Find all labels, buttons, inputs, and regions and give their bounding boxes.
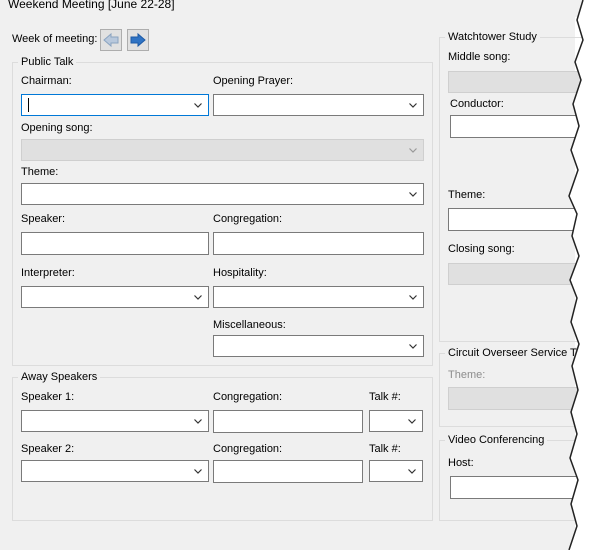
- away-congregation-1-label: Congregation:: [213, 391, 283, 403]
- chairman-label: Chairman:: [21, 75, 72, 87]
- hospitality-label: Hospitality:: [213, 267, 267, 279]
- chevron-down-icon: [409, 293, 417, 301]
- chevron-down-icon: [194, 101, 202, 109]
- arrow-right-icon: [128, 32, 148, 48]
- away-speakers-legend: Away Speakers: [18, 371, 101, 383]
- text-cursor: [28, 98, 29, 112]
- window-title: Weekend Meeting [June 22-28]: [8, 0, 175, 11]
- next-week-button[interactable]: [127, 29, 149, 51]
- interpreter-combo[interactable]: [21, 286, 209, 308]
- chevron-down-icon: [409, 101, 417, 109]
- video-conferencing-legend: Video Conferencing: [445, 434, 548, 446]
- speaker-1-combo[interactable]: [21, 410, 209, 432]
- arrow-left-icon: [101, 32, 121, 48]
- co-theme-label: Theme:: [448, 369, 486, 381]
- speaker-1-label: Speaker 1:: [21, 391, 75, 403]
- away-congregation-2-field[interactable]: [213, 460, 363, 483]
- speaker-field[interactable]: [21, 232, 209, 255]
- title-bar: Weekend Meeting [June 22-28]: [0, 0, 589, 17]
- interpreter-label: Interpreter:: [21, 267, 75, 279]
- miscellaneous-label: Miscellaneous:: [213, 319, 286, 331]
- torn-edge: [568, 0, 589, 550]
- speaker-2-combo[interactable]: [21, 460, 209, 482]
- hospitality-combo[interactable]: [213, 286, 424, 308]
- speaker-label: Speaker:: [21, 213, 66, 225]
- chevron-down-icon: [409, 342, 417, 350]
- chairman-combo[interactable]: [21, 94, 209, 116]
- conductor-label: Conductor:: [450, 98, 504, 110]
- talk-number-2-combo[interactable]: [369, 460, 423, 482]
- talk-number-1-combo[interactable]: [369, 410, 423, 432]
- congregation-label: Congregation:: [213, 213, 283, 225]
- middle-song-label: Middle song:: [448, 51, 511, 63]
- theme-combo[interactable]: [21, 183, 424, 205]
- talk-number-1-label: Talk #:: [369, 391, 401, 403]
- chevron-down-icon: [194, 417, 202, 425]
- congregation-field[interactable]: [213, 232, 424, 255]
- host-label: Host:: [448, 457, 474, 469]
- talk-number-2-label: Talk #:: [369, 443, 401, 455]
- theme-label: Theme:: [21, 166, 59, 178]
- opening-prayer-combo[interactable]: [213, 94, 424, 116]
- opening-song-combo[interactable]: [21, 139, 424, 161]
- chevron-down-icon: [409, 146, 417, 154]
- opening-song-label: Opening song:: [21, 122, 93, 134]
- chevron-down-icon: [408, 417, 416, 425]
- watchtower-study-legend: Watchtower Study: [445, 31, 540, 43]
- away-congregation-1-field[interactable]: [213, 410, 363, 433]
- previous-week-button[interactable]: [100, 29, 122, 51]
- closing-song-label: Closing song:: [448, 243, 515, 255]
- away-congregation-2-label: Congregation:: [213, 443, 283, 455]
- miscellaneous-combo[interactable]: [213, 335, 424, 357]
- chevron-down-icon: [409, 190, 417, 198]
- chevron-down-icon: [408, 467, 416, 475]
- opening-prayer-label: Opening Prayer:: [213, 75, 294, 87]
- speaker-2-label: Speaker 2:: [21, 443, 75, 455]
- chevron-down-icon: [194, 293, 202, 301]
- chevron-down-icon: [194, 467, 202, 475]
- wt-theme-label: Theme:: [448, 189, 486, 201]
- public-talk-legend: Public Talk: [18, 56, 77, 68]
- week-label: Week of meeting:: [12, 33, 98, 45]
